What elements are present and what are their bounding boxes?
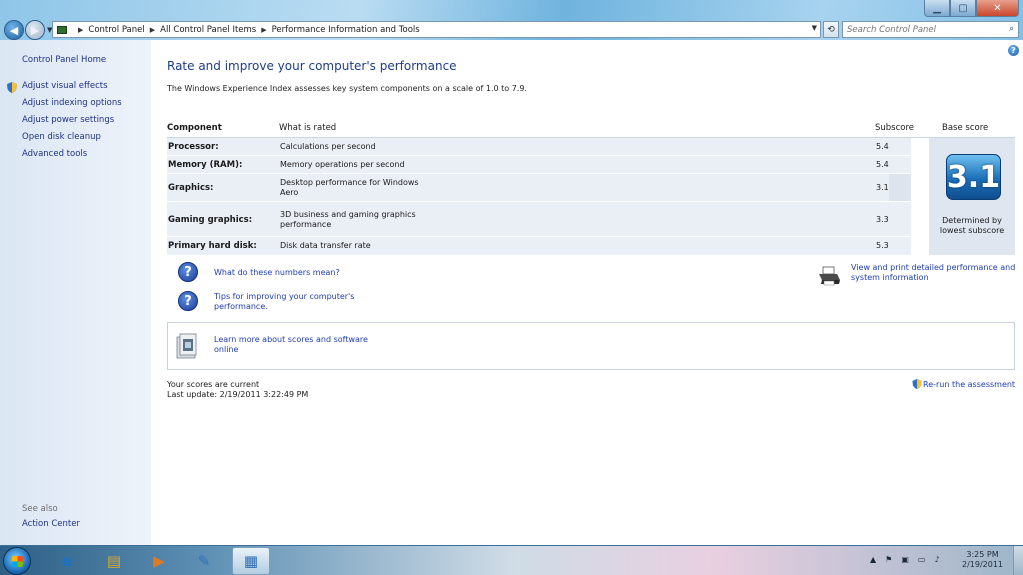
chevron-right-icon[interactable]: ▶	[150, 26, 155, 34]
see-also-heading: See also	[22, 504, 58, 514]
subscore-value: 5.3	[876, 241, 889, 250]
question-icon: ?	[178, 262, 198, 282]
table-row: Gaming graphics: 3D business and gaming …	[167, 202, 911, 237]
back-button[interactable]: ◀	[4, 20, 24, 40]
tips-improving-performance-link[interactable]: Tips for improving your computer's perfo…	[214, 292, 374, 312]
view-print-details-link[interactable]: View and print detailed performance and …	[851, 263, 1019, 283]
software-book-icon	[176, 333, 197, 359]
clock-time: 3:25 PM	[966, 550, 999, 559]
column-header-what-is-rated: What is rated	[279, 123, 337, 133]
printer-icon	[819, 266, 840, 286]
window-chrome: ▁ ▢ ✕ ◀ ▶ ▼ ▶ Control Panel ▶ All Contro…	[0, 0, 1023, 40]
status-text: Your scores are current Last update: 2/1…	[167, 380, 308, 399]
what-is-rated: Desktop performance for Windows Aero	[280, 178, 419, 197]
display-icon[interactable]: ▭	[918, 555, 926, 564]
breadcrumb-performance[interactable]: Performance Information and Tools	[272, 25, 420, 35]
what-is-rated: Calculations per second	[280, 142, 376, 151]
what-is-rated: Memory operations per second	[280, 160, 405, 169]
what-numbers-mean-link[interactable]: What do these numbers mean?	[214, 268, 340, 278]
breadcrumb-control-panel[interactable]: Control Panel	[88, 25, 144, 35]
rerun-assessment-link[interactable]: Re-run the assessment	[912, 379, 1015, 389]
paint-icon[interactable]: ✎	[185, 547, 223, 575]
component-label: Graphics:	[168, 183, 214, 193]
system-tray: ▲ ⚑ ▣ ▭ ♪	[870, 555, 940, 564]
sidebar-item-advanced-tools[interactable]: Advanced tools	[22, 149, 87, 159]
page-description: The Windows Experience Index assesses ke…	[167, 84, 527, 93]
address-dropdown-icon[interactable]: ▼	[812, 24, 817, 32]
address-bar[interactable]: ▶ Control Panel ▶ All Control Panel Item…	[52, 21, 821, 38]
shield-icon	[912, 379, 922, 389]
question-icon: ?	[178, 291, 198, 311]
search-input[interactable]	[847, 24, 997, 35]
table-row: Graphics: Desktop performance for Window…	[167, 174, 911, 202]
window-controls: ▁ ▢ ✕	[924, 0, 1019, 17]
flag-icon[interactable]: ⚑	[885, 555, 892, 564]
folder-icon[interactable]: ▤	[95, 547, 133, 575]
table-row: Memory (RAM): Memory operations per seco…	[167, 156, 911, 174]
show-desktop-button[interactable]	[1013, 546, 1023, 575]
table-body: Processor: Calculations per second 5.4 M…	[167, 138, 911, 255]
sidebar-item-open-disk-cleanup[interactable]: Open disk cleanup	[22, 132, 101, 142]
maximize-button[interactable]: ▢	[950, 0, 976, 17]
rerun-assessment-label[interactable]: Re-run the assessment	[923, 380, 1015, 389]
minimize-button[interactable]: ▁	[924, 0, 950, 17]
clock-date: 2/19/2011	[962, 560, 1004, 569]
taskbar: e ▤ ▶ ✎ ▦ ▲ ⚑ ▣ ▭ ♪ 3:25 PM 2/19/2011	[0, 545, 1023, 575]
show-hidden-icons-icon[interactable]: ▲	[870, 555, 876, 564]
learn-more-box: Learn more about scores and software onl…	[167, 322, 1015, 370]
scores-current-text: Your scores are current	[167, 380, 260, 389]
navigation-buttons: ◀ ▶ ▼	[4, 20, 52, 40]
column-header-component: Component	[167, 123, 222, 133]
clock[interactable]: 3:25 PM 2/19/2011	[962, 550, 1003, 570]
network-icon[interactable]: ▣	[901, 555, 909, 564]
volume-icon[interactable]: ♪	[934, 555, 939, 564]
component-label: Gaming graphics:	[168, 215, 253, 225]
learn-more-scores-link[interactable]: Learn more about scores and software onl…	[214, 335, 384, 355]
search-box[interactable]: ⌕	[842, 21, 1019, 38]
refresh-button[interactable]: ⟲	[823, 21, 839, 38]
media-player-icon[interactable]: ▶	[140, 547, 178, 575]
control-panel-taskbar-icon[interactable]: ▦	[232, 547, 270, 575]
column-header-subscore: Subscore	[875, 123, 915, 133]
last-update-text: Last update: 2/19/2011 3:22:49 PM	[167, 389, 309, 399]
subscore-value: 5.4	[876, 160, 889, 169]
table-row: Processor: Calculations per second 5.4	[167, 138, 911, 156]
base-score-badge: 3.1	[946, 154, 1001, 200]
page-title: Rate and improve your computer's perform…	[167, 59, 457, 73]
subscore-value: 3.1	[876, 183, 889, 192]
close-button[interactable]: ✕	[976, 0, 1019, 17]
sidebar-item-control-panel-home[interactable]: Control Panel Home	[22, 55, 106, 65]
main-content: ? Rate and improve your computer's perfo…	[151, 40, 1023, 545]
subscore-value: 3.3	[876, 215, 889, 224]
table-row: Primary hard disk: Disk data transfer ra…	[167, 237, 911, 255]
help-icon[interactable]: ?	[1008, 45, 1019, 56]
subscore-value: 5.4	[876, 142, 889, 151]
control-panel-icon	[57, 25, 67, 34]
what-is-rated: 3D business and gaming graphics performa…	[280, 210, 416, 229]
sidebar: Control Panel Home Adjust visual effects…	[0, 40, 151, 545]
internet-explorer-icon[interactable]: e	[48, 547, 86, 575]
chevron-right-icon[interactable]: ▶	[261, 26, 266, 34]
base-score-caption: Determined by lowest subscore	[939, 216, 1005, 235]
forward-button[interactable]: ▶	[25, 20, 45, 40]
sidebar-item-adjust-indexing-options[interactable]: Adjust indexing options	[22, 98, 122, 108]
component-label: Memory (RAM):	[168, 160, 243, 170]
component-label: Primary hard disk:	[168, 241, 257, 251]
shield-icon	[7, 82, 17, 93]
base-score-panel: 3.1 Determined by lowest subscore	[929, 138, 1015, 255]
what-is-rated: Disk data transfer rate	[280, 241, 371, 250]
component-label: Processor:	[168, 142, 219, 152]
lowest-subscore-highlight	[889, 174, 911, 201]
breadcrumb-all-items[interactable]: All Control Panel Items	[160, 25, 256, 35]
chevron-right-icon[interactable]: ▶	[78, 26, 83, 34]
column-header-base-score: Base score	[942, 123, 989, 133]
sidebar-item-adjust-visual-effects[interactable]: Adjust visual effects	[22, 81, 108, 91]
sidebar-item-action-center[interactable]: Action Center	[22, 519, 80, 529]
search-icon[interactable]: ⌕	[1009, 24, 1014, 34]
sidebar-item-adjust-power-settings[interactable]: Adjust power settings	[22, 115, 114, 125]
start-button[interactable]	[3, 547, 31, 575]
